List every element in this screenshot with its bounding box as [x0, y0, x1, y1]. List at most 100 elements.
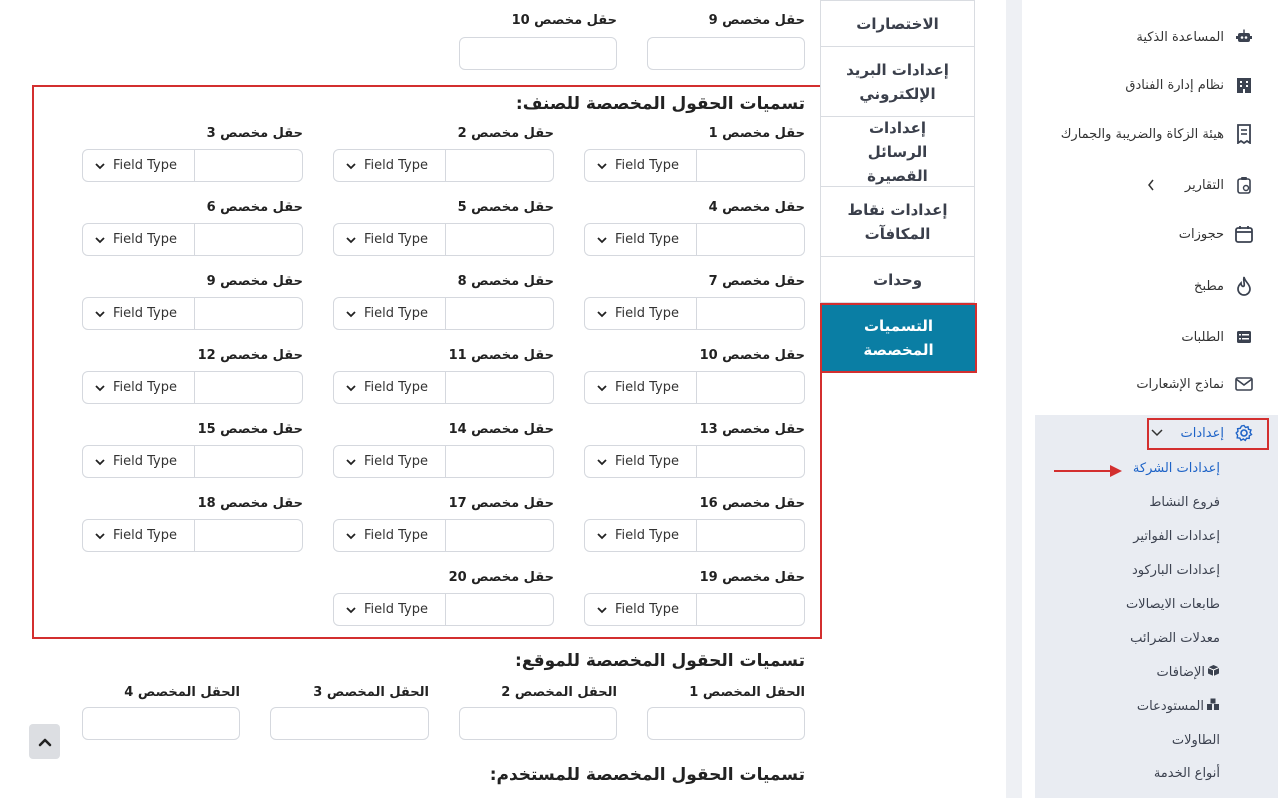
chevron-down-icon [346, 162, 356, 169]
mail-icon [1234, 374, 1254, 394]
field-type-select[interactable]: Field Type [83, 446, 195, 477]
sidebar-item-bookings[interactable]: حجوزات [1179, 224, 1254, 244]
field-type-select[interactable]: Field Type [585, 150, 697, 181]
custom-field-9-input[interactable] [647, 37, 805, 70]
tab-reward-points[interactable]: إعدادات نقاط المكافآت [820, 186, 975, 257]
field-type-select[interactable]: Field Type [585, 446, 697, 477]
tab-custom-labels[interactable]: التسميات المخصصة [820, 303, 977, 373]
field-type-select[interactable]: Field Type [334, 594, 446, 625]
field-label-input[interactable] [195, 446, 302, 477]
field-label-input[interactable] [697, 224, 804, 255]
item-custom-field-9-label: حقل مخصص 9 [206, 274, 303, 289]
field-type-select[interactable]: Field Type [83, 372, 195, 403]
chevron-down-icon [597, 606, 607, 613]
field-type-label: Field Type [615, 158, 679, 173]
item-custom-field-19-label: حقل مخصص 19 [699, 570, 805, 585]
field-label-input[interactable] [697, 520, 804, 551]
field-type-select[interactable]: Field Type [585, 520, 697, 551]
field-label-input[interactable] [697, 594, 804, 625]
tab-shortcuts[interactable]: الاختصارات [820, 0, 975, 47]
field-type-select[interactable]: Field Type [334, 224, 446, 255]
field-label-input[interactable] [195, 224, 302, 255]
sidebar-item-orders[interactable]: الطلبات [1181, 327, 1254, 347]
custom-field-10-input[interactable] [459, 37, 617, 70]
field-type-select[interactable]: Field Type [83, 224, 195, 255]
field-type-select[interactable]: Field Type [334, 150, 446, 181]
sidebar-item-reports[interactable]: التقارير [1141, 175, 1254, 195]
submenu-barcode-settings[interactable]: إعدادات الباركود [1132, 563, 1220, 578]
field-label-input[interactable] [446, 372, 553, 403]
field-type-select[interactable]: Field Type [83, 520, 195, 551]
submenu-service-types[interactable]: أنواع الخدمة [1154, 766, 1220, 781]
item-custom-field-10-label: حقل مخصص 10 [699, 348, 805, 363]
chevron-down-icon [346, 458, 356, 465]
field-type-select[interactable]: Field Type [334, 372, 446, 403]
chevron-down-icon [597, 162, 607, 169]
field-type-select[interactable]: Field Type [334, 298, 446, 329]
item-custom-field-12-label: حقل مخصص 12 [197, 348, 303, 363]
sidebar-item-kitchen[interactable]: مطبخ [1194, 276, 1254, 296]
field-label-input[interactable] [195, 150, 302, 181]
field-label-input[interactable] [195, 372, 302, 403]
item-custom-field-5-label: حقل مخصص 5 [457, 200, 554, 215]
submenu-branches[interactable]: فروع النشاط [1149, 495, 1220, 510]
field-type-select[interactable]: Field Type [334, 520, 446, 551]
sidebar-item-ai-assistant[interactable]: المساعدة الذكية [1136, 27, 1254, 47]
field-label-input[interactable] [446, 298, 553, 329]
location-field-4-input[interactable] [82, 707, 240, 740]
sidebar-item-notification-templates[interactable]: نماذج الإشعارات [1136, 374, 1254, 394]
building-icon [1234, 75, 1254, 95]
chevron-down-icon [597, 532, 607, 539]
tab-sms-settings[interactable]: إعدادات الرسائل القصيرة [820, 116, 975, 187]
chevron-down-icon [597, 384, 607, 391]
field-label-input[interactable] [446, 224, 553, 255]
submenu-receipt-printers[interactable]: طابعات الايصالات [1126, 597, 1220, 612]
submenu-warehouses[interactable]: المستودعات [1137, 698, 1220, 715]
field-label-input[interactable] [446, 446, 553, 477]
chevron-down-icon [597, 458, 607, 465]
chevron-down-icon [346, 532, 356, 539]
field-label-input[interactable] [195, 298, 302, 329]
location-field-3-input[interactable] [270, 707, 429, 740]
field-type-label: Field Type [615, 528, 679, 543]
chevron-down-icon [346, 384, 356, 391]
submenu-company-settings[interactable]: إعدادات الشركة [1133, 461, 1220, 476]
submenu-tables[interactable]: الطاولات [1172, 733, 1220, 748]
field-label-input[interactable] [195, 520, 302, 551]
field-type-select[interactable]: Field Type [585, 224, 697, 255]
location-field-1-input[interactable] [647, 707, 805, 740]
field-label-input[interactable] [697, 446, 804, 477]
field-label-input[interactable] [697, 150, 804, 181]
list-icon [1234, 327, 1254, 347]
submenu-tax-rates[interactable]: معدلات الضرائب [1130, 631, 1220, 646]
field-label-input[interactable] [446, 150, 553, 181]
item-custom-field-1-label: حقل مخصص 1 [708, 126, 805, 141]
scroll-top-button[interactable] [29, 724, 60, 759]
tab-email-settings[interactable]: إعدادات البريد الإلكتروني [820, 46, 975, 117]
item-custom-field-17-label: حقل مخصص 17 [448, 496, 554, 511]
submenu-addons[interactable]: الإضافات [1157, 664, 1220, 681]
location-field-2-input[interactable] [459, 707, 617, 740]
sidebar-item-hotel-management[interactable]: نظام إدارة الفنادق [1125, 75, 1254, 95]
chevron-down-icon [597, 310, 607, 317]
sidebar-item-label: الطلبات [1181, 329, 1224, 345]
sidebar-item-zatca[interactable]: هيئة الزكاة والضريبة والجمارك [1061, 124, 1254, 144]
tab-units[interactable]: وحدات [820, 256, 975, 303]
field-label-input[interactable] [446, 520, 553, 551]
custom-field-10-label: حقل مخصص 10 [511, 13, 617, 28]
submenu-invoice-settings[interactable]: إعدادات الفواتير [1133, 529, 1220, 544]
submenu-label: الإضافات [1156, 665, 1205, 680]
sidebar-item-label: المساعدة الذكية [1136, 29, 1224, 45]
field-type-select[interactable]: Field Type [585, 594, 697, 625]
field-type-select[interactable]: Field Type [334, 446, 446, 477]
field-type-select[interactable]: Field Type [585, 298, 697, 329]
item-custom-field-14-label: حقل مخصص 14 [448, 422, 554, 437]
field-type-select[interactable]: Field Type [83, 298, 195, 329]
field-type-select[interactable]: Field Type [83, 150, 195, 181]
item-custom-field-5: Field Type [333, 223, 554, 256]
field-type-select[interactable]: Field Type [585, 372, 697, 403]
field-label-input[interactable] [446, 594, 553, 625]
custom-field-9-label: حقل مخصص 9 [708, 13, 805, 28]
field-label-input[interactable] [697, 372, 804, 403]
field-label-input[interactable] [697, 298, 804, 329]
